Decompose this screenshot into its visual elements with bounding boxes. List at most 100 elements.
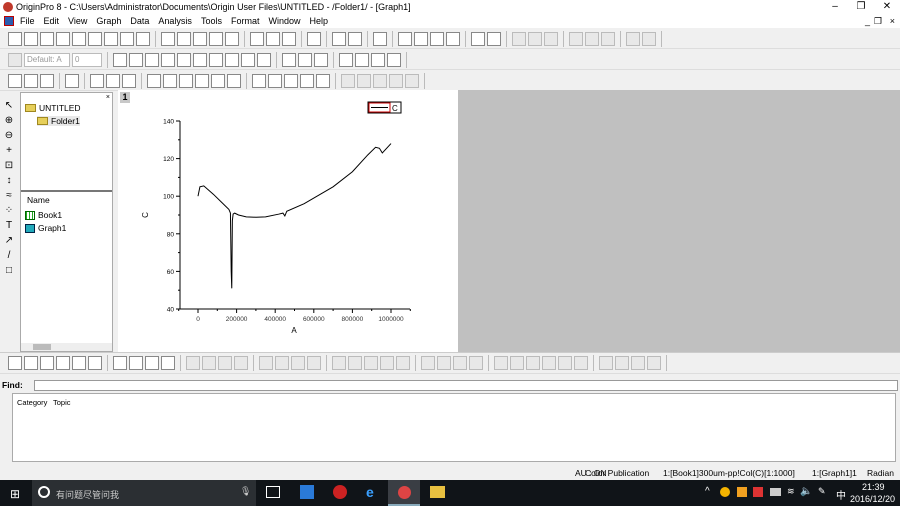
toolbar-button-icon[interactable]	[396, 356, 410, 370]
restore-button[interactable]: ❐	[848, 0, 874, 14]
toolbar-button-icon[interactable]	[88, 31, 102, 46]
battery-icon[interactable]	[770, 488, 781, 496]
toolbar-button-icon[interactable]	[129, 356, 143, 370]
menu-format[interactable]: Format	[231, 14, 260, 28]
list-item-book1[interactable]: Book1	[25, 210, 62, 220]
toolbar-button-icon[interactable]	[120, 31, 134, 46]
toolbar-button-icon[interactable]	[398, 31, 412, 46]
toolbar-button-icon[interactable]	[24, 73, 38, 88]
toolbar-button-icon[interactable]	[8, 356, 22, 370]
toolbar-button-icon[interactable]	[348, 31, 362, 46]
mdi-restore-button[interactable]: ❐	[874, 14, 882, 28]
toolbar-button-icon[interactable]	[446, 31, 460, 46]
toolbar-button-icon[interactable]	[40, 73, 54, 88]
menu-analysis[interactable]: Analysis	[158, 14, 192, 28]
toolbar-button-icon[interactable]	[104, 31, 118, 46]
tab-topic[interactable]: Topic	[53, 398, 71, 407]
wifi-icon[interactable]: ≋	[787, 486, 795, 497]
toolbar-button-icon[interactable]	[147, 73, 161, 88]
toolbar-button-icon[interactable]	[209, 31, 223, 46]
toolbar-button-icon[interactable]	[56, 31, 70, 46]
toolbar-button-icon[interactable]	[284, 73, 298, 88]
toolbar-button-icon[interactable]	[405, 73, 419, 88]
toolbar-button-icon[interactable]	[72, 356, 86, 370]
windows-start-icon[interactable]: ⊞	[10, 487, 20, 501]
menu-file[interactable]: File	[20, 14, 35, 28]
toolbar-button-icon[interactable]	[430, 31, 444, 46]
toolbar-button-icon[interactable]	[364, 356, 378, 370]
plot[interactable]: 40 60 80 100 120 140 0 200000 400000 600000 800000…	[118, 90, 458, 352]
toolbar-button-icon[interactable]	[487, 31, 501, 46]
toolbar-button-icon[interactable]	[585, 31, 599, 46]
toolbar-button-icon[interactable]	[193, 31, 207, 46]
toolbar-button-icon[interactable]	[282, 52, 296, 67]
toolbar-button-icon[interactable]	[275, 356, 289, 370]
toolbar-button-icon[interactable]	[528, 31, 542, 46]
toolbar-button-icon[interactable]	[145, 356, 159, 370]
rectangle-tool-icon[interactable]: □	[3, 265, 15, 277]
toolbar-button-icon[interactable]	[179, 73, 193, 88]
find-input[interactable]	[34, 380, 898, 391]
toolbar-button-icon[interactable]	[380, 356, 394, 370]
toolbar-button-icon[interactable]	[106, 73, 120, 88]
toolbar-button-icon[interactable]	[544, 31, 558, 46]
toolbar-button-icon[interactable]	[161, 52, 175, 67]
toolbar-button-icon[interactable]	[437, 356, 451, 370]
toolbar-button-icon[interactable]	[569, 31, 583, 46]
arrow-tool-icon[interactable]: ↗	[3, 235, 15, 247]
toolbar-button-icon[interactable]	[526, 356, 540, 370]
toolbar-button-icon[interactable]	[642, 31, 656, 46]
tree-folder1[interactable]: Folder1	[37, 116, 80, 126]
toolbar-button-icon[interactable]	[348, 356, 362, 370]
toolbar-button-icon[interactable]	[211, 73, 225, 88]
toolbar-button-icon[interactable]	[257, 52, 271, 67]
toolbar-button-icon[interactable]	[161, 31, 175, 46]
menu-view[interactable]: View	[68, 14, 87, 28]
toolbar-button-icon[interactable]	[24, 31, 38, 46]
toolbar-button-icon[interactable]	[113, 356, 127, 370]
toolbar-button-icon[interactable]	[163, 73, 177, 88]
toolbar-button-icon[interactable]	[512, 31, 526, 46]
toolbar-button-icon[interactable]	[414, 31, 428, 46]
toolbar-button-icon[interactable]	[389, 73, 403, 88]
tray-store-icon[interactable]	[737, 487, 747, 497]
toolbar-button-icon[interactable]	[186, 356, 200, 370]
toolbar-button-icon[interactable]	[357, 73, 371, 88]
toolbar-button-icon[interactable]	[471, 31, 485, 46]
menu-help[interactable]: Help	[309, 14, 328, 28]
mask-tool-icon[interactable]: ⁘	[3, 205, 15, 217]
toolbar-button-icon[interactable]	[56, 356, 70, 370]
explorer-scrollbar[interactable]	[21, 343, 112, 351]
toolbar-button-icon[interactable]	[259, 356, 273, 370]
toolbar-button-icon[interactable]	[225, 31, 239, 46]
tray-qq-icon[interactable]	[753, 487, 763, 497]
toolbar-button-icon[interactable]	[209, 52, 223, 67]
tray-chevron-icon[interactable]: ^	[705, 486, 710, 497]
toolbar-button-icon[interactable]	[225, 52, 239, 67]
file-explorer-icon[interactable]	[430, 486, 445, 498]
toolbar-button-icon[interactable]	[218, 356, 232, 370]
toolbar-button-icon[interactable]	[494, 356, 508, 370]
toolbar-button-icon[interactable]	[161, 356, 175, 370]
toolbar-button-icon[interactable]	[268, 73, 282, 88]
qq-icon[interactable]	[333, 485, 347, 499]
toolbar-button-icon[interactable]	[177, 52, 191, 67]
toolbar-button-icon[interactable]	[542, 356, 556, 370]
toolbar-button-icon[interactable]	[241, 52, 255, 67]
text-tool-icon[interactable]: T	[3, 220, 15, 232]
mdi-minimize-button[interactable]: _	[865, 14, 870, 28]
menu-data[interactable]: Data	[130, 14, 149, 28]
toolbar-button-icon[interactable]	[113, 52, 127, 67]
menu-window[interactable]: Window	[268, 14, 300, 28]
zoom-out-tool-icon[interactable]: ⊖	[3, 130, 15, 142]
toolbar-button-icon[interactable]	[631, 356, 645, 370]
font-size-select[interactable]: 0	[72, 52, 102, 67]
data-selector-tool-icon[interactable]: ↕	[3, 175, 15, 187]
draw-data-tool-icon[interactable]: ≈	[3, 190, 15, 202]
pen-icon[interactable]: ✎	[818, 486, 826, 497]
toolbar-button-icon[interactable]	[300, 73, 314, 88]
toolbar-button-icon[interactable]	[615, 356, 629, 370]
taskbar-search[interactable]: 有问题尽管问我 🎙	[32, 480, 256, 506]
toolbar-button-icon[interactable]	[626, 31, 640, 46]
toolbar-button-icon[interactable]	[307, 356, 321, 370]
